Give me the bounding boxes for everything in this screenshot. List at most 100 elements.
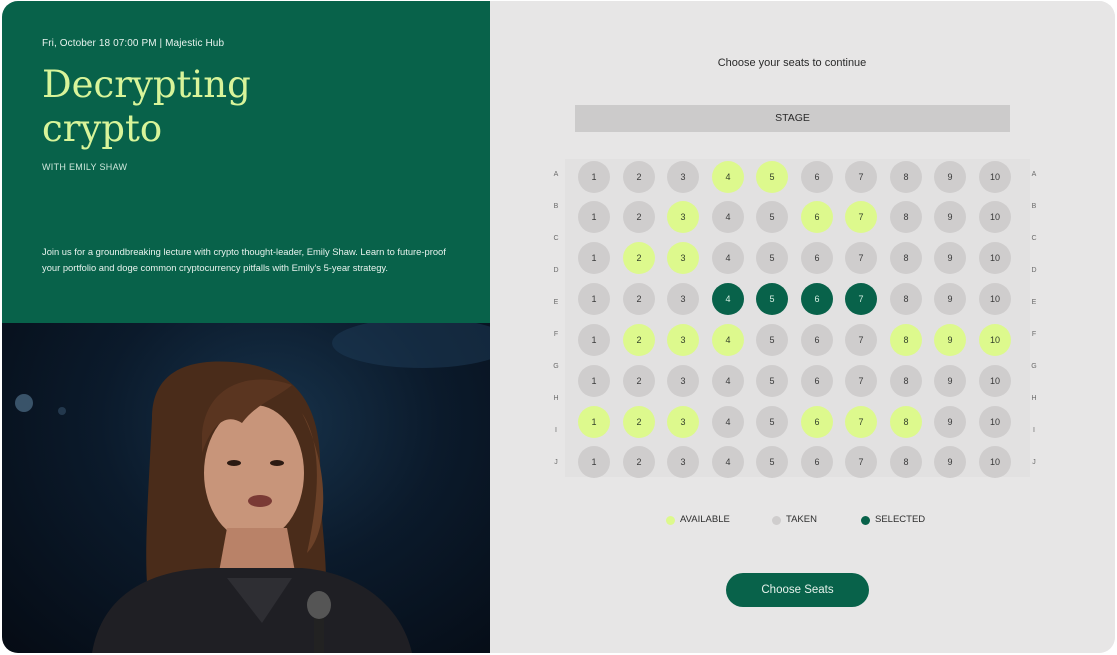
seat-row6-10: 10 <box>979 365 1011 397</box>
seat-row6-3: 3 <box>667 365 699 397</box>
seat-row7-1[interactable]: 1 <box>578 406 610 438</box>
row-label-left-b: B <box>553 203 559 210</box>
seat-row8-5: 5 <box>756 446 788 478</box>
seat-row4-5[interactable]: 5 <box>756 283 788 315</box>
row-label-right-a: A <box>1031 171 1037 178</box>
seat-row3-9: 9 <box>934 242 966 274</box>
legend-available-label: AVAILABLE <box>680 514 730 525</box>
row-label-left-d: D <box>553 267 559 274</box>
seat-row5-5: 5 <box>756 324 788 356</box>
seat-row6-2: 2 <box>623 365 655 397</box>
seat-row5-3[interactable]: 3 <box>667 324 699 356</box>
seat-row4-9: 9 <box>934 283 966 315</box>
seat-row2-9: 9 <box>934 201 966 233</box>
stage-banner: STAGE <box>575 105 1010 132</box>
seat-row6-4: 4 <box>712 365 744 397</box>
row-label-left-e: E <box>553 299 559 306</box>
seat-row7-6[interactable]: 6 <box>801 406 833 438</box>
seat-row5-8[interactable]: 8 <box>890 324 922 356</box>
seat-row7-3[interactable]: 3 <box>667 406 699 438</box>
event-date-venue: Fri, October 18 07:00 PM | Majestic Hub <box>42 38 225 49</box>
seat-row8-4: 4 <box>712 446 744 478</box>
speaker-illustration <box>15 323 490 653</box>
row-label-left-c: C <box>553 235 559 242</box>
seat-row3-10: 10 <box>979 242 1011 274</box>
legend-selected-dot <box>861 516 870 525</box>
row-label-right-d: D <box>1031 267 1037 274</box>
seat-row1-2: 2 <box>623 161 655 193</box>
seat-row8-8: 8 <box>890 446 922 478</box>
seat-row8-10: 10 <box>979 446 1011 478</box>
seat-row8-7: 7 <box>845 446 877 478</box>
seat-row4-3: 3 <box>667 283 699 315</box>
row-label-right-h: H <box>1031 395 1037 402</box>
seat-row5-9[interactable]: 9 <box>934 324 966 356</box>
seat-row8-6: 6 <box>801 446 833 478</box>
seat-row6-6: 6 <box>801 365 833 397</box>
legend-selected-label: SELECTED <box>875 514 926 525</box>
seat-row1-5[interactable]: 5 <box>756 161 788 193</box>
seat-row4-8: 8 <box>890 283 922 315</box>
seat-row1-1: 1 <box>578 161 610 193</box>
event-info: Fri, October 18 07:00 PM | Majestic Hub … <box>2 1 490 323</box>
seat-row2-1: 1 <box>578 201 610 233</box>
seat-row7-4: 4 <box>712 406 744 438</box>
row-label-right-g: G <box>1031 363 1037 370</box>
seat-row1-7: 7 <box>845 161 877 193</box>
seat-row5-2[interactable]: 2 <box>623 324 655 356</box>
row-label-right-f: F <box>1031 331 1037 338</box>
seat-row2-2: 2 <box>623 201 655 233</box>
seat-row7-10: 10 <box>979 406 1011 438</box>
seat-row3-4: 4 <box>712 242 744 274</box>
seat-row5-10[interactable]: 10 <box>979 324 1011 356</box>
seat-row2-7[interactable]: 7 <box>845 201 877 233</box>
legend-available-dot <box>666 516 675 525</box>
seat-row1-9: 9 <box>934 161 966 193</box>
seat-row8-3: 3 <box>667 446 699 478</box>
row-label-left-a: A <box>553 171 559 178</box>
seat-row7-7[interactable]: 7 <box>845 406 877 438</box>
row-label-right-j: J <box>1032 459 1036 466</box>
seat-row2-10: 10 <box>979 201 1011 233</box>
seat-row4-2: 2 <box>623 283 655 315</box>
event-description: Join us for a groundbreaking lecture wit… <box>42 246 446 273</box>
seat-row3-6: 6 <box>801 242 833 274</box>
seat-row5-4[interactable]: 4 <box>712 324 744 356</box>
seat-row5-1: 1 <box>578 324 610 356</box>
event-title: Decrypting crypto <box>42 63 342 151</box>
seat-row7-2[interactable]: 2 <box>623 406 655 438</box>
seat-row2-6[interactable]: 6 <box>801 201 833 233</box>
seat-row4-6[interactable]: 6 <box>801 283 833 315</box>
seat-row8-2: 2 <box>623 446 655 478</box>
row-label-right-e: E <box>1031 299 1037 306</box>
seat-row2-3[interactable]: 3 <box>667 201 699 233</box>
row-label-left-i: I <box>555 427 557 434</box>
seat-row6-7: 7 <box>845 365 877 397</box>
row-label-left-j: J <box>554 459 558 466</box>
row-label-right-i: I <box>1033 427 1035 434</box>
seat-row1-3: 3 <box>667 161 699 193</box>
row-label-right-c: C <box>1031 235 1037 242</box>
event-panel: Fri, October 18 07:00 PM | Majestic Hub … <box>2 1 490 653</box>
seat-row3-5: 5 <box>756 242 788 274</box>
choose-seats-button[interactable]: Choose Seats <box>726 573 869 607</box>
seat-row4-4[interactable]: 4 <box>712 283 744 315</box>
row-label-left-h: H <box>553 395 559 402</box>
row-label-left-g: G <box>553 363 559 370</box>
seat-row7-8[interactable]: 8 <box>890 406 922 438</box>
seat-row7-9: 9 <box>934 406 966 438</box>
seat-row8-9: 9 <box>934 446 966 478</box>
seat-selection-heading: Choose your seats to continue <box>717 57 867 69</box>
seat-row1-10: 10 <box>979 161 1011 193</box>
seat-row6-1: 1 <box>578 365 610 397</box>
seat-row3-3[interactable]: 3 <box>667 242 699 274</box>
seat-row3-1: 1 <box>578 242 610 274</box>
seat-row3-7: 7 <box>845 242 877 274</box>
seat-row3-2[interactable]: 2 <box>623 242 655 274</box>
seat-row7-5: 5 <box>756 406 788 438</box>
seat-row4-7[interactable]: 7 <box>845 283 877 315</box>
seat-row5-6: 6 <box>801 324 833 356</box>
seat-row8-1: 1 <box>578 446 610 478</box>
seat-row1-4[interactable]: 4 <box>712 161 744 193</box>
seat-row1-6: 6 <box>801 161 833 193</box>
